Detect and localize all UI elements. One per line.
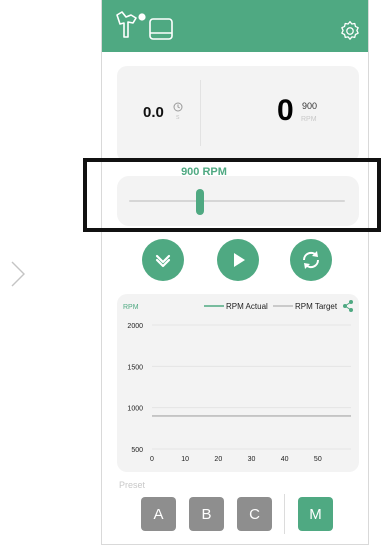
clock-icon [173, 102, 183, 112]
sync-icon [302, 251, 320, 269]
chevron-down-icon [155, 254, 171, 268]
chart-x-tick-label: 40 [281, 456, 289, 463]
centrifuge-logo-icon[interactable] [114, 9, 148, 43]
start-button[interactable] [217, 239, 259, 281]
rpm-unit: RPM [301, 116, 317, 123]
back-chevron-icon[interactable] [8, 259, 28, 289]
chart-x-tick-label: 20 [214, 456, 222, 463]
chart-x-tick-label: 30 [248, 456, 256, 463]
preset-c-label: C [249, 505, 260, 523]
preset-m-label: M [309, 505, 322, 523]
share-icon[interactable] [343, 300, 353, 312]
preset-c-button[interactable]: C [237, 497, 272, 531]
play-icon [234, 253, 245, 267]
phone-screen: 0.0 s 0 900 RPM 900 RPM RPM 500 1000 150… [101, 0, 369, 545]
chart-y-tick-label: 1500 [127, 364, 143, 371]
ramp-down-button[interactable] [142, 239, 184, 281]
preset-a-button[interactable]: A [141, 497, 176, 531]
highlight-box [83, 158, 381, 232]
preset-a-label: A [153, 505, 164, 523]
preset-m-button[interactable]: M [298, 497, 333, 531]
status-card: 0.0 s 0 900 RPM [117, 66, 359, 162]
chart-legend-label: RPM Actual [226, 302, 268, 311]
target-rpm-value: 900 [302, 101, 318, 111]
preset-label: Preset [119, 480, 146, 490]
panel-icon[interactable] [148, 17, 174, 41]
chart-y-axis-label: RPM [123, 304, 139, 311]
current-rpm-value: 0 [277, 94, 294, 127]
chart-x-tick-label: 10 [181, 456, 189, 463]
rpm-chart: RPM 500 1000 1500 2000 0 10 20 30 40 50 RPM Actual R… [117, 294, 359, 472]
stats-divider [200, 80, 201, 146]
chart-legend-label: RPM Target [295, 302, 338, 311]
time-unit: s [176, 114, 180, 121]
preset-divider [284, 494, 285, 534]
elapsed-time-value: 0.0 [143, 104, 164, 121]
preset-b-button[interactable]: B [189, 497, 224, 531]
chart-y-tick-label: 2000 [127, 323, 143, 330]
chart-y-tick-label: 1000 [127, 406, 143, 413]
chart-x-tick-label: 0 [150, 456, 154, 463]
preset-b-label: B [201, 505, 212, 523]
gear-icon[interactable] [339, 20, 361, 42]
app-header [102, 0, 368, 52]
chart-x-tick-label: 50 [314, 456, 322, 463]
cycle-button[interactable] [290, 239, 332, 281]
rpm-chart-svg: RPM 500 1000 1500 2000 0 10 20 30 40 50 RPM Actual R… [123, 300, 353, 463]
chart-y-tick-label: 500 [131, 447, 143, 454]
